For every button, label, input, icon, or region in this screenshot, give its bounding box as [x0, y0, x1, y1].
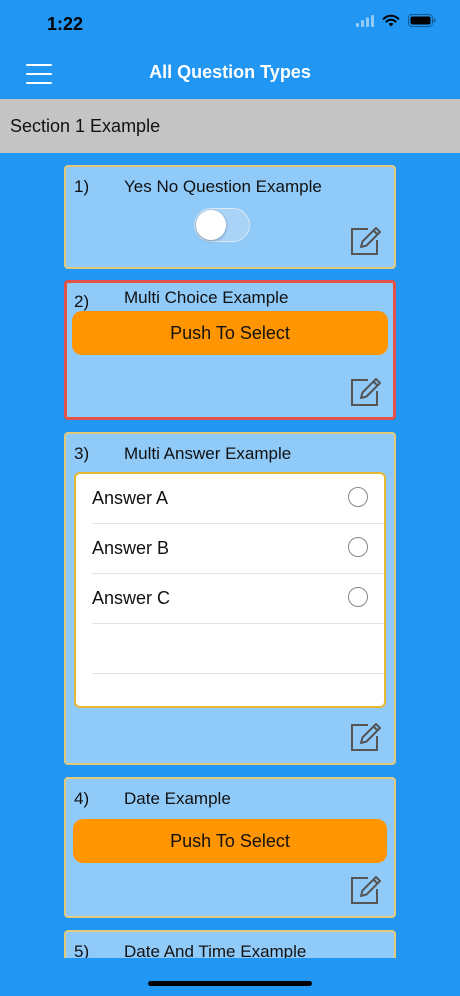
- question-text: Multi Answer Example: [124, 444, 292, 463]
- edit-icon[interactable]: [348, 376, 384, 408]
- question-list[interactable]: 1) Yes No Question Example 2) Multi Choi…: [0, 153, 460, 958]
- question-card-date: 4) Date Example Push To Select: [64, 777, 396, 918]
- radio-button[interactable]: [348, 487, 368, 507]
- empty-row: [92, 624, 384, 674]
- yes-no-toggle[interactable]: [194, 208, 250, 242]
- answer-row-b[interactable]: Answer B: [92, 524, 384, 574]
- question-card-multi-choice: 2) Multi Choice Example Push To Select: [64, 280, 396, 420]
- answer-list[interactable]: Answer A Answer B Answer C: [74, 472, 386, 708]
- question-number: 4): [74, 789, 90, 808]
- answer-label: Answer C: [92, 588, 171, 608]
- question-text: Yes No Question Example: [124, 177, 322, 196]
- signal-icon: [356, 14, 374, 27]
- question-text: Multi Choice Example: [124, 288, 289, 307]
- answer-label: Answer B: [92, 538, 170, 558]
- edit-icon[interactable]: [348, 874, 384, 906]
- answer-label: Answer A: [92, 488, 169, 508]
- question-card-yes-no: 1) Yes No Question Example: [64, 165, 396, 269]
- question-text: Date Example: [124, 789, 231, 808]
- edit-icon[interactable]: [348, 721, 384, 753]
- radio-button[interactable]: [348, 587, 368, 607]
- toggle-knob: [196, 210, 226, 240]
- question-number: 1): [74, 177, 90, 196]
- status-bar: 1:22: [0, 0, 460, 50]
- battery-icon: [408, 14, 436, 27]
- status-time: 1:22: [47, 14, 84, 34]
- radio-button[interactable]: [348, 537, 368, 557]
- question-card-multi-answer: 3) Multi Answer Example Answer A Answer …: [64, 432, 396, 765]
- status-icons: [356, 14, 436, 27]
- question-text: Date And Time Example: [124, 942, 307, 958]
- question-number: 5): [74, 942, 90, 958]
- wifi-icon: [382, 14, 400, 27]
- page-title: All Question Types: [149, 62, 311, 82]
- answer-row-c[interactable]: Answer C: [92, 574, 384, 624]
- answer-row-a[interactable]: Answer A: [92, 474, 384, 524]
- question-number: 3): [74, 444, 90, 463]
- push-to-select-button[interactable]: Push To Select: [73, 819, 387, 863]
- section-title: Section 1 Example: [10, 116, 161, 136]
- question-card-datetime: 5) Date And Time Example: [64, 930, 396, 958]
- push-to-select-button[interactable]: Push To Select: [72, 311, 388, 355]
- home-indicator[interactable]: [148, 981, 312, 986]
- app-header: All Question Types: [0, 50, 460, 98]
- edit-icon[interactable]: [348, 225, 384, 257]
- section-header: Section 1 Example: [0, 99, 460, 153]
- question-number: 2): [74, 292, 90, 311]
